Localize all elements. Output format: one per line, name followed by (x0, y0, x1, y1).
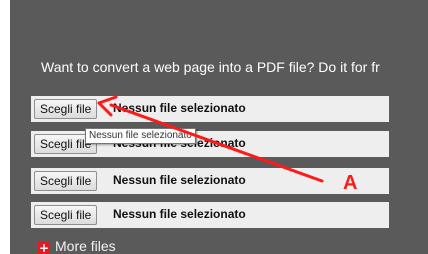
file-input-row-1: Scegli file Nessun file selezionato (31, 96, 389, 122)
choose-file-button-1[interactable]: Scegli file (34, 99, 98, 119)
file-input-row-4: Scegli file Nessun file selezionato (31, 202, 389, 228)
file-status-4: Nessun file selezionato (113, 207, 246, 221)
choose-file-button-4[interactable]: Scegli file (34, 205, 98, 225)
file-status-3: Nessun file selezionato (113, 173, 246, 187)
annotation-label: A (343, 172, 358, 194)
file-tooltip: Nessun file selezionato (85, 128, 196, 144)
more-files-link[interactable]: + More files (38, 238, 116, 254)
file-input-row-3: Scegli file Nessun file selezionato (31, 168, 389, 194)
file-status-1: Nessun file selezionato (113, 101, 246, 115)
intro-text: Want to convert a web page into a PDF fi… (41, 59, 380, 75)
more-files-label: More files (55, 238, 116, 254)
choose-file-button-3[interactable]: Scegli file (34, 171, 98, 191)
plus-icon: + (38, 241, 50, 254)
converter-panel: Want to convert a web page into a PDF fi… (10, 0, 428, 254)
